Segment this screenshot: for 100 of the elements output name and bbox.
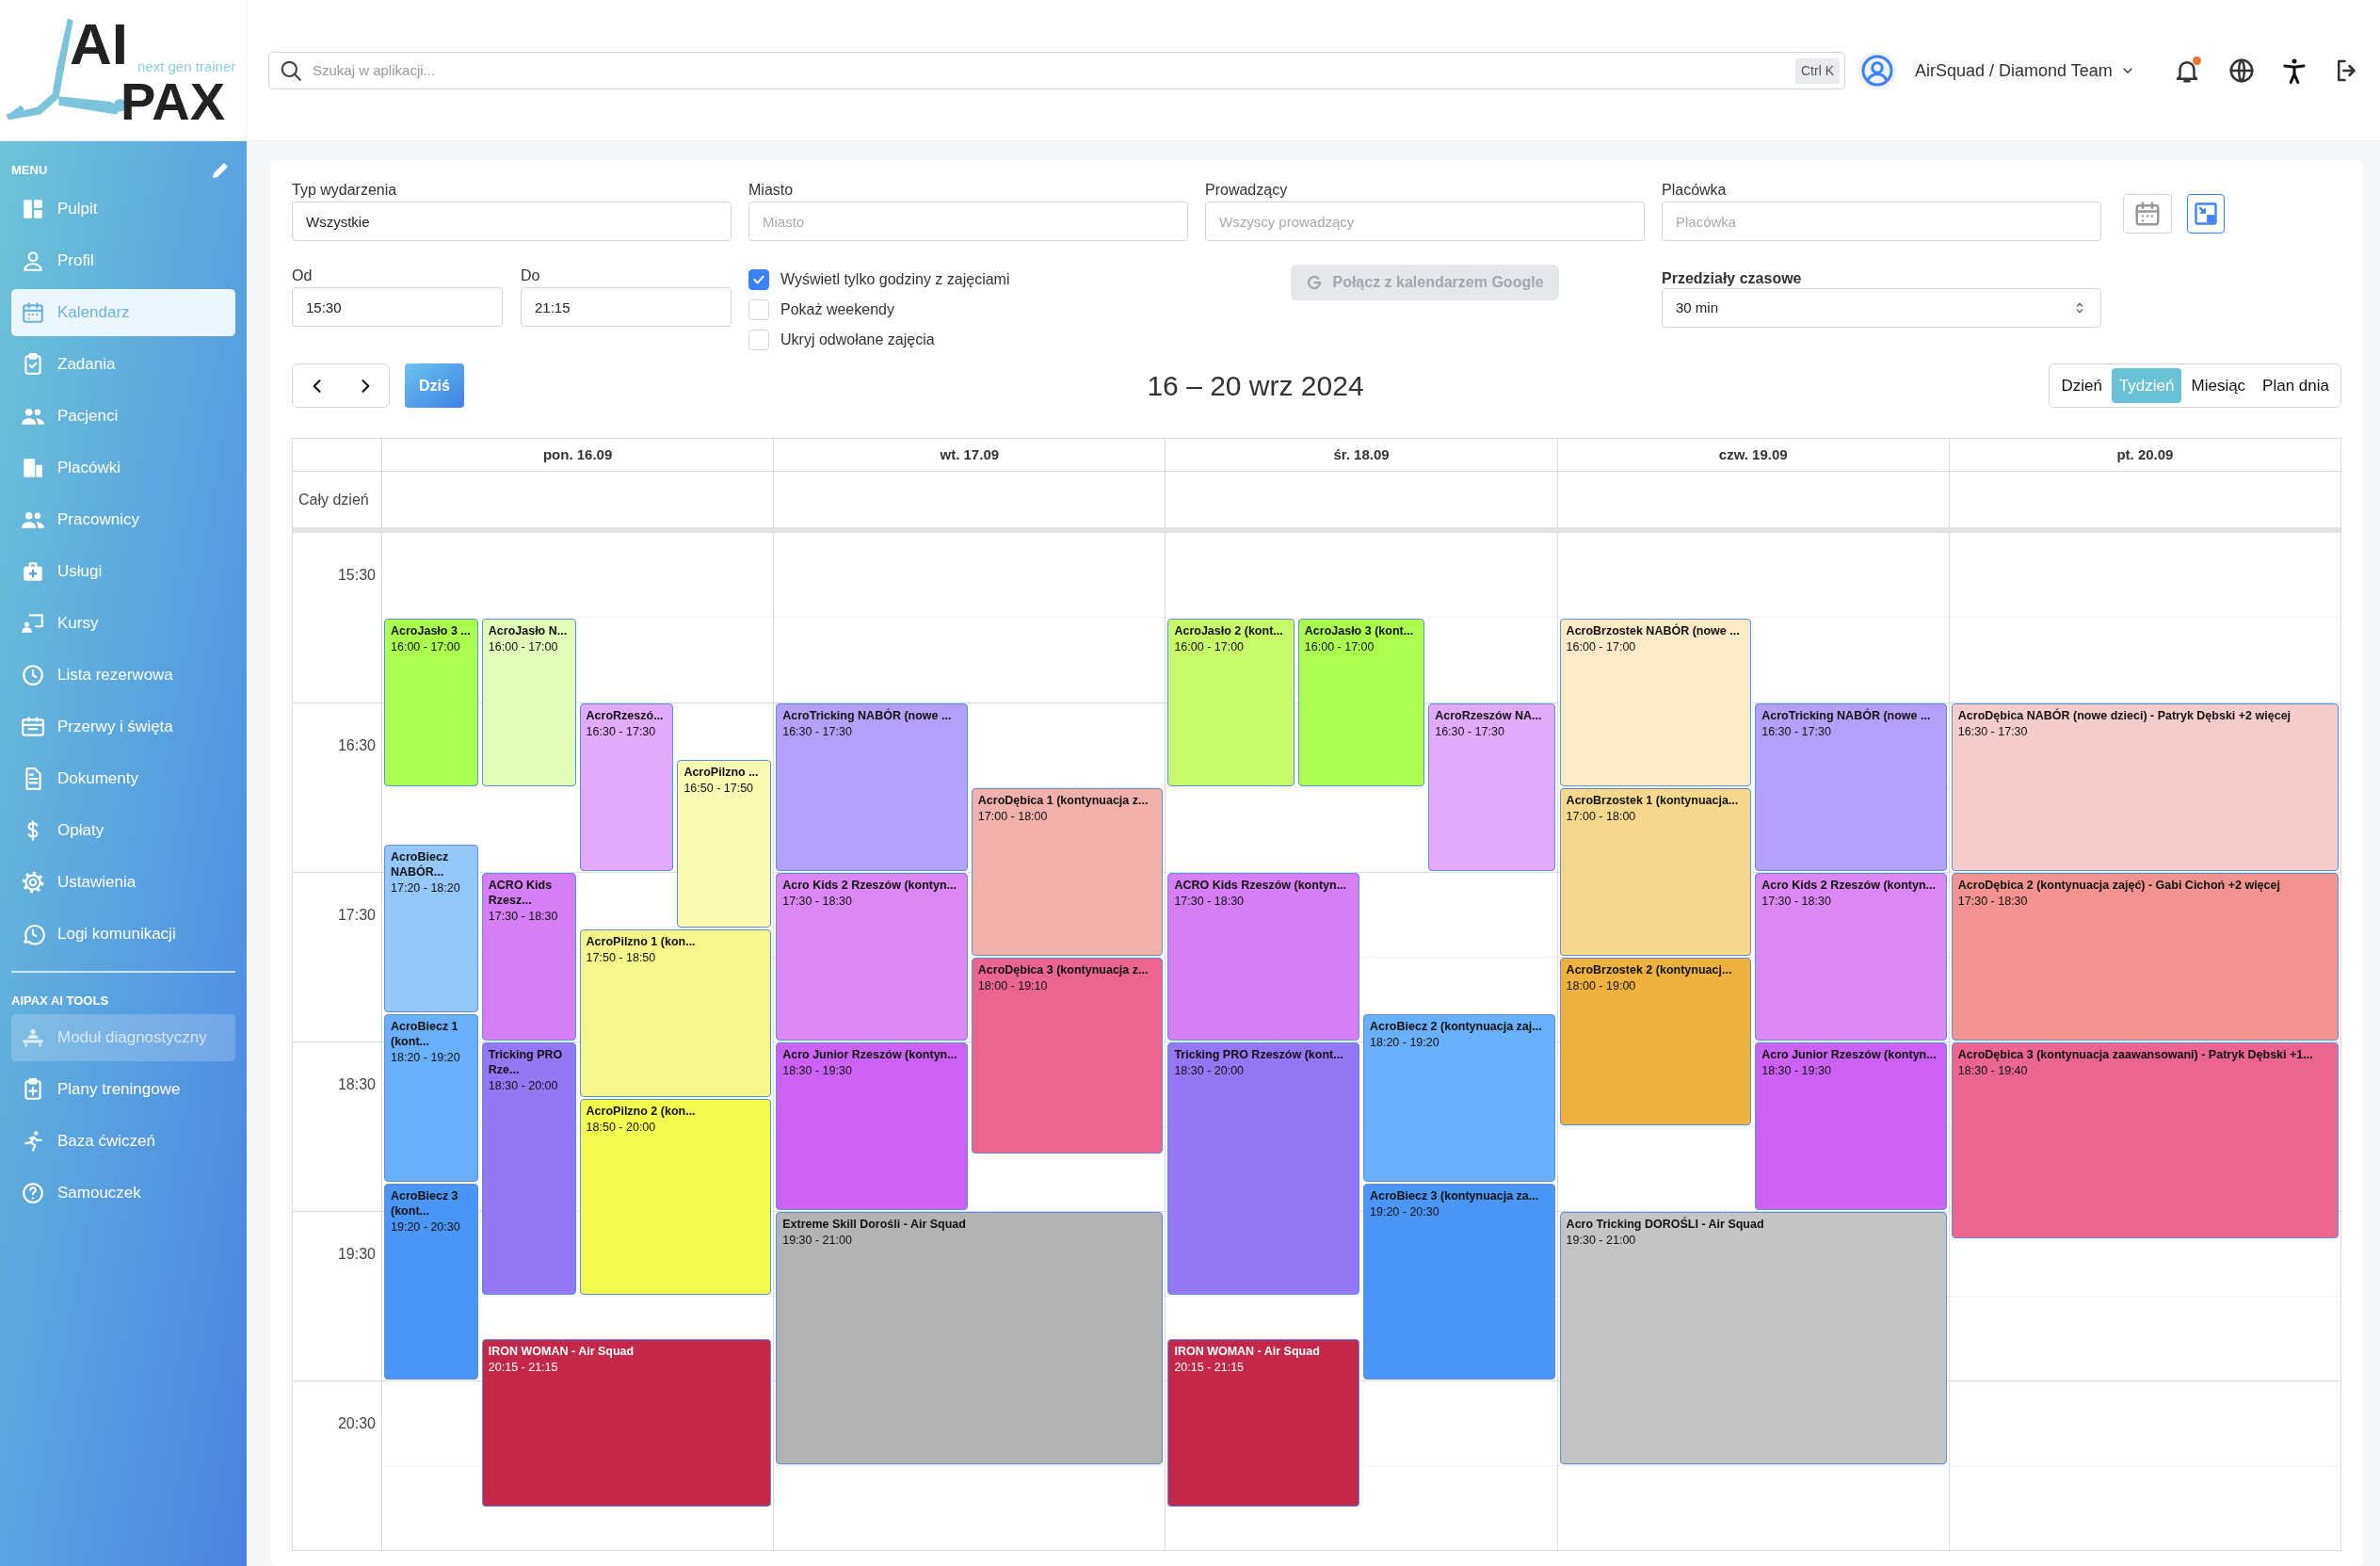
event-title: Extreme Skill Dorośli - Air Squad bbox=[782, 1217, 967, 1232]
select-field[interactable]: 30 min bbox=[1662, 288, 2101, 328]
search-bar[interactable]: Szukaj w aplikacji... Ctrl K bbox=[268, 52, 1845, 89]
calendar-event[interactable]: AcroBiecz 2 (kontynuacja zaj... 18:20 - 19:20 bbox=[1363, 1014, 1555, 1182]
event-title: AcroBrzostek 2 (kontynuacj... bbox=[1566, 962, 1733, 977]
event-time: 19:20 - 20:30 bbox=[1370, 1204, 1440, 1220]
day-header: wt. 17.09 bbox=[940, 444, 1000, 464]
calendar-event[interactable]: AcroPilzno 2 (kon... 18:50 - 20:00 bbox=[579, 1099, 772, 1295]
select-field[interactable]: Wszystkie bbox=[292, 202, 732, 241]
calendar-event[interactable]: Tricking PRO Rzeszów (kont... 18:30 - 20:00 bbox=[1167, 1042, 1359, 1295]
event-title: AcroTricking NABÓR (nowe ... bbox=[1761, 708, 1932, 723]
calendar-event[interactable]: Acro Junior Rzeszów (kontyn... 18:30 - 19:30 bbox=[776, 1042, 968, 1210]
calendar-event[interactable]: ACRO Kids Rzesz... 17:30 - 18:30 bbox=[481, 873, 576, 1041]
calendar-event[interactable]: Acro Kids 2 Rzeszów (kontyn... 17:30 - 18:30 bbox=[776, 873, 968, 1041]
event-time: 16:00 - 17:00 bbox=[1304, 639, 1375, 655]
input-field[interactable]: Placówka bbox=[1662, 202, 2101, 241]
calendar-event[interactable]: IRON WOMAN - Air Squad 20:15 - 21:15 bbox=[1167, 1339, 1359, 1507]
calendar-event[interactable]: AcroRzeszów NA... 16:30 - 17:30 bbox=[1428, 703, 1555, 871]
calendar-event[interactable]: AcroPilzno ... 16:50 - 17:50 bbox=[677, 760, 772, 928]
calendar-event[interactable]: AcroDębica 3 (kontynuacja zaawansowani) - Patryk Dębski +1... 18:30 - 19:40 bbox=[1951, 1042, 2339, 1238]
event-time: 19:30 - 21:00 bbox=[782, 1233, 853, 1249]
calendar-event[interactable]: AcroRzeszó... 16:30 - 17:30 bbox=[579, 703, 674, 871]
field-label: Placówka bbox=[1662, 181, 1728, 200]
calendar-event[interactable]: AcroJasło N... 16:00 - 17:00 bbox=[481, 619, 576, 786]
event-title: AcroBiecz 3 (kont... bbox=[391, 1188, 459, 1219]
calendar-event[interactable]: AcroDębica 2 (kontynuacja zajęć) - Gabi Cichoń +2 więcej 17:30 - 18:30 bbox=[1951, 873, 2339, 1041]
search-field[interactable]: Szukaj w aplikacji... bbox=[313, 59, 1786, 82]
field-label: Od bbox=[292, 266, 314, 285]
building-icon bbox=[21, 456, 45, 480]
event-title: AcroDębica 1 (kontynuacja z... bbox=[977, 793, 1150, 808]
event-title: AcroBiecz 2 (kontynuacja zaj... bbox=[1370, 1019, 1543, 1034]
teacher-icon bbox=[21, 611, 45, 636]
calendar-event[interactable]: AcroJasło 3 ... 16:00 - 17:00 bbox=[384, 619, 478, 786]
calendar-event[interactable]: AcroJasło 3 (kont... 16:00 - 17:00 bbox=[1297, 619, 1425, 786]
event-time: 18:30 - 19:30 bbox=[1761, 1063, 1832, 1079]
event-time: 18:20 - 19:20 bbox=[1370, 1035, 1440, 1051]
checkbox[interactable] bbox=[748, 269, 769, 290]
date-range-title: 16 – 20 wrz 2024 bbox=[1147, 369, 1364, 403]
event-title: ACRO Kids Rzesz... bbox=[488, 878, 554, 908]
view-tab[interactable]: Miesiąc bbox=[2183, 368, 2254, 403]
event-time: 17:00 - 18:00 bbox=[977, 809, 1049, 825]
calendar-event[interactable]: IRON WOMAN - Air Squad 20:15 - 21:15 bbox=[481, 1339, 772, 1507]
day-header: pt. 20.09 bbox=[2116, 444, 2174, 464]
calendar-event[interactable]: AcroTricking NABÓR (nowe ... 16:30 - 17:30 bbox=[1755, 703, 1947, 871]
event-time: 20:15 - 21:15 bbox=[1174, 1360, 1246, 1376]
event-time: 17:30 - 18:30 bbox=[1957, 894, 2029, 910]
calendar-event[interactable]: AcroDębica 1 (kontynuacja z... 17:00 - 18:00 bbox=[971, 788, 1164, 956]
calendar-view-button[interactable] bbox=[2123, 194, 2172, 234]
calendar-event[interactable]: Acro Tricking DOROŚLI - Air Squad 19:30 - 21:00 bbox=[1559, 1212, 1947, 1464]
event-time: 18:30 - 20:00 bbox=[1174, 1063, 1246, 1079]
team-switcher[interactable]: AirSquad / Diamond Team bbox=[1915, 52, 2135, 89]
calendar-event[interactable]: ACRO Kids Rzeszów (kontyn... 17:30 - 18:30 bbox=[1167, 873, 1359, 1041]
event-time: 16:50 - 17:50 bbox=[683, 781, 755, 797]
input-field[interactable]: Miasto bbox=[748, 202, 1188, 241]
calendar-event[interactable]: AcroJasło 2 (kont... 16:00 - 17:00 bbox=[1167, 619, 1295, 786]
event-title: AcroJasło 3 ... bbox=[391, 623, 472, 638]
compact-view-button[interactable] bbox=[2187, 194, 2225, 234]
calendar-event[interactable]: AcroDębica 3 (kontynuacja z... 18:00 - 19:10 bbox=[971, 958, 1164, 1154]
calendar-event[interactable]: AcroDębica NABÓR (nowe dzieci) - Patryk Dębski +2 więcej 16:30 - 17:30 bbox=[1951, 703, 2339, 871]
calendar-event[interactable]: AcroBrzostek 2 (kontynuacj... 18:00 - 19:00 bbox=[1559, 958, 1752, 1125]
calendar-event[interactable]: AcroTricking NABÓR (nowe ... 16:30 - 17:30 bbox=[776, 703, 968, 871]
day-header: śr. 18.09 bbox=[1333, 444, 1390, 464]
logo-mark: AI bbox=[70, 11, 128, 77]
settings-icon bbox=[21, 870, 45, 895]
event-title: AcroJasło N... bbox=[488, 623, 569, 638]
event-title: Acro Tricking DOROŚLI - Air Squad bbox=[1566, 1217, 1765, 1232]
calendar-event[interactable]: AcroBrzostek 1 (kontynuacja... 17:00 - 18:00 bbox=[1559, 788, 1752, 956]
event-time: 16:00 - 17:00 bbox=[1566, 639, 1637, 655]
calendar-icon bbox=[21, 300, 45, 325]
calendar-event[interactable]: AcroBiecz 3 (kontynuacja za... 19:20 - 20:30 bbox=[1363, 1184, 1555, 1380]
calendar-event[interactable]: Tricking PRO Rze... 18:30 - 20:00 bbox=[481, 1042, 576, 1295]
user-avatar[interactable] bbox=[1858, 52, 1896, 89]
view-tab[interactable]: Plan dnia bbox=[2255, 368, 2337, 403]
calendar-event[interactable]: AcroBrzostek NABÓR (nowe ... 16:00 - 17:00 bbox=[1559, 619, 1752, 786]
view-tab[interactable]: Dzień bbox=[2053, 368, 2110, 403]
calendar-event[interactable]: Extreme Skill Dorośli - Air Squad 19:30 - 21:00 bbox=[776, 1212, 1164, 1464]
event-time: 17:30 - 18:30 bbox=[1174, 894, 1246, 910]
field-label: Do bbox=[521, 266, 541, 285]
event-time: 18:00 - 19:10 bbox=[977, 978, 1049, 994]
event-time: 17:00 - 18:00 bbox=[1566, 809, 1637, 825]
calendar-event[interactable]: AcroBiecz 3 (kont... 19:20 - 20:30 bbox=[384, 1184, 478, 1380]
event-time: 18:20 - 19:20 bbox=[391, 1050, 461, 1066]
time-field[interactable]: 21:15 bbox=[521, 287, 732, 327]
event-title: AcroTricking NABÓR (nowe ... bbox=[782, 708, 953, 723]
calendar-event[interactable]: AcroBiecz NABÓR... 17:20 - 18:20 bbox=[384, 845, 478, 1012]
event-time: 18:00 - 19:00 bbox=[1566, 978, 1637, 994]
time-label: 18:30 bbox=[337, 1075, 376, 1094]
event-title: Tricking PRO Rze... bbox=[488, 1047, 564, 1077]
day-header: czw. 19.09 bbox=[1718, 444, 1788, 464]
calendar-event[interactable]: Acro Kids 2 Rzeszów (kontyn... 17:30 - 18:30 bbox=[1755, 873, 1947, 1041]
calendar-event[interactable]: AcroPilzno 1 (kon... 17:50 - 18:50 bbox=[579, 929, 772, 1097]
input-field[interactable]: Wszyscy prowadzący bbox=[1205, 202, 1645, 241]
time-field[interactable]: 15:30 bbox=[292, 287, 503, 327]
event-title: Acro Junior Rzeszów (kontyn... bbox=[1761, 1047, 1938, 1062]
time-label: 17:30 bbox=[337, 906, 376, 925]
calendar-event[interactable]: Acro Junior Rzeszów (kontyn... 18:30 - 19:30 bbox=[1755, 1042, 1947, 1210]
help-icon bbox=[21, 1180, 45, 1205]
time-label: 15:30 bbox=[337, 566, 376, 585]
dashboard-icon bbox=[21, 197, 45, 221]
calendar-event[interactable]: AcroBiecz 1 (kont... 18:20 - 19:20 bbox=[384, 1014, 478, 1182]
